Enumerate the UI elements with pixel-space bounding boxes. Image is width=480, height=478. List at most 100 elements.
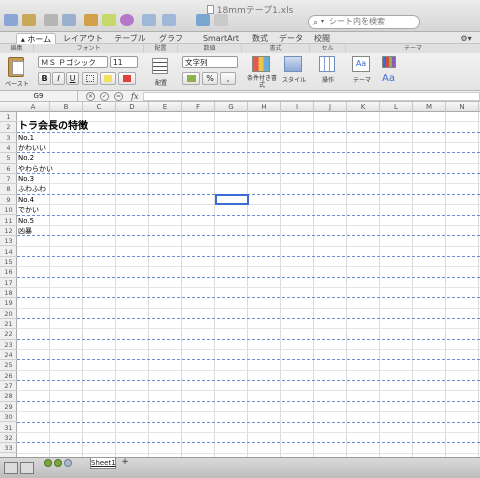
column-header-f[interactable]: F — [182, 102, 215, 112]
row-header-12[interactable]: 12 — [0, 226, 17, 237]
column-header-e[interactable]: E — [149, 102, 182, 112]
page-layout-view-icon[interactable] — [20, 462, 34, 474]
column-header-g[interactable]: G — [215, 102, 248, 112]
row-header-2[interactable]: 2 — [0, 122, 17, 133]
name-box[interactable]: G9 — [0, 91, 78, 102]
column-header-h[interactable]: H — [248, 102, 281, 112]
tab-smartart[interactable]: SmartArt — [196, 33, 246, 44]
column-header-l[interactable]: L — [380, 102, 413, 112]
row-header-7[interactable]: 7 — [0, 174, 17, 185]
bold-button[interactable]: B — [38, 72, 51, 85]
row-header-19[interactable]: 19 — [0, 298, 17, 309]
cell-ops-button[interactable]: 操作 — [314, 56, 342, 90]
row-header-16[interactable]: 16 — [0, 267, 17, 278]
row-header-11[interactable]: 11 — [0, 216, 17, 226]
row-header-14[interactable]: 14 — [0, 247, 17, 257]
ribbon-settings-icon[interactable]: ⚙▾ — [456, 33, 476, 44]
cut-icon[interactable] — [44, 14, 58, 26]
row-header-10[interactable]: 10 — [0, 205, 17, 216]
tab-home[interactable]: ▴ ホーム — [16, 33, 56, 44]
tab-layout[interactable]: レイアウト — [60, 33, 106, 44]
conditional-format-button[interactable]: 条件付き書式 — [246, 56, 278, 90]
cell-a9[interactable]: No.4 — [18, 195, 34, 205]
comma-button[interactable]: , — [220, 72, 236, 85]
row-header-32[interactable]: 32 — [0, 433, 17, 444]
cell-a8[interactable]: ふわふわ — [18, 184, 46, 194]
italic-button[interactable]: I — [52, 72, 65, 85]
row-header-31[interactable]: 31 — [0, 423, 17, 433]
row-header-3[interactable]: 3 — [0, 133, 17, 143]
column-header-a[interactable]: A — [17, 102, 50, 112]
font-name-select[interactable]: ＭＳ Ｐゴシック — [38, 56, 108, 68]
insert-function-icon[interactable]: = — [114, 92, 123, 101]
tab-table[interactable]: テーブル — [112, 33, 148, 44]
font-color-button[interactable] — [118, 72, 136, 85]
row-header-29[interactable]: 29 — [0, 402, 17, 413]
column-header-k[interactable]: K — [347, 102, 380, 112]
confirm-icon[interactable]: ✓ — [100, 92, 109, 101]
paste-button[interactable]: ペースト — [4, 55, 30, 89]
row-header-6[interactable]: 6 — [0, 164, 17, 175]
cell-a10[interactable]: でかい — [18, 205, 39, 215]
tab-data[interactable]: データ — [276, 33, 306, 44]
tab-formulas[interactable]: 数式 — [248, 33, 272, 44]
prev-sheet-icon[interactable] — [44, 459, 52, 467]
copy-icon[interactable] — [102, 14, 116, 26]
row-header-22[interactable]: 22 — [0, 329, 17, 340]
fill-color-button[interactable] — [100, 72, 116, 85]
sheet-search[interactable]: ⌕ ▾ シート内を検索 — [308, 15, 420, 29]
font-size-select[interactable]: 11 — [110, 56, 138, 68]
open-icon[interactable] — [22, 14, 36, 26]
row-header-15[interactable]: 15 — [0, 257, 17, 268]
theme-colors-icon[interactable] — [382, 56, 396, 68]
column-header-b[interactable]: B — [50, 102, 83, 112]
row-header-9[interactable]: 9 — [0, 195, 17, 206]
row-header-5[interactable]: 5 — [0, 153, 17, 164]
sheet-menu-icon[interactable] — [64, 459, 72, 467]
column-header-c[interactable]: C — [83, 102, 116, 112]
formula-input[interactable] — [143, 92, 480, 101]
row-header-27[interactable]: 27 — [0, 381, 17, 392]
row-header-23[interactable]: 23 — [0, 340, 17, 350]
sort-icon[interactable] — [162, 14, 176, 26]
themes-button[interactable]: Aa テーマ — [348, 56, 376, 90]
percent-button[interactable]: % — [202, 72, 218, 85]
save-icon[interactable] — [62, 14, 76, 26]
cell-a4[interactable]: かわいい — [18, 143, 46, 153]
cell-a7[interactable]: No.3 — [18, 174, 34, 184]
column-header-m[interactable]: M — [413, 102, 446, 112]
column-header-n[interactable]: N — [446, 102, 479, 112]
gallery-icon[interactable] — [120, 14, 134, 26]
currency-button[interactable] — [182, 72, 200, 85]
tab-review[interactable]: 校閲 — [308, 33, 336, 44]
cancel-icon[interactable]: ✕ — [86, 92, 95, 101]
next-sheet-icon[interactable] — [54, 459, 62, 467]
row-header-20[interactable]: 20 — [0, 309, 17, 319]
column-header-d[interactable]: D — [116, 102, 149, 112]
row-header-21[interactable]: 21 — [0, 319, 17, 330]
normal-view-icon[interactable] — [4, 462, 18, 474]
cell-a5[interactable]: No.2 — [18, 153, 34, 163]
sheet-tab-sheet1[interactable]: Sheet1 — [90, 458, 116, 469]
row-header-8[interactable]: 8 — [0, 184, 17, 195]
row-header-17[interactable]: 17 — [0, 278, 17, 288]
column-header-i[interactable]: I — [281, 102, 314, 112]
row-header-30[interactable]: 30 — [0, 412, 17, 423]
align-button[interactable]: 配置 — [148, 56, 174, 89]
format-painter-icon[interactable] — [84, 14, 98, 26]
theme-fonts-button[interactable]: Aa — [382, 72, 400, 86]
row-header-1[interactable]: 1 — [0, 112, 17, 123]
underline-button[interactable]: U — [66, 72, 79, 85]
spreadsheet-grid[interactable]: トラ会長の特徴 No.1 かわいい No.2 やわらかい No.3 ふわふわ No.4 でかい N… — [17, 112, 480, 457]
cell-a3[interactable]: No.1 — [18, 133, 34, 143]
row-header-24[interactable]: 24 — [0, 350, 17, 361]
row-header-28[interactable]: 28 — [0, 391, 17, 402]
cell-a12[interactable]: 凶暴 — [18, 226, 32, 236]
cell-styles-button[interactable]: スタイル — [280, 56, 308, 90]
row-header-18[interactable]: 18 — [0, 288, 17, 299]
sheet-title-cell[interactable]: トラ会長の特徴 — [18, 121, 88, 133]
cell-a11[interactable]: No.5 — [18, 216, 34, 226]
row-header-33[interactable]: 33 — [0, 443, 17, 454]
column-header-j[interactable]: J — [314, 102, 347, 112]
tab-chart[interactable]: グラフ — [154, 33, 188, 44]
